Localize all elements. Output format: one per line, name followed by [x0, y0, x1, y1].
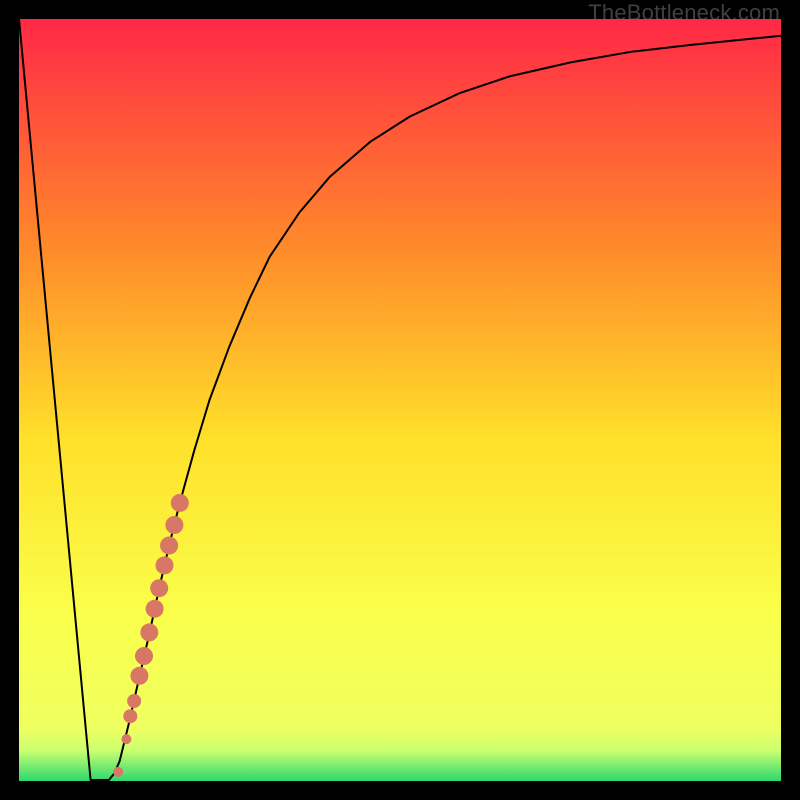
scatter-point — [127, 694, 141, 708]
scatter-point — [165, 516, 183, 534]
scatter-point — [121, 734, 131, 744]
scatter-point — [146, 600, 164, 618]
plot-area — [19, 19, 781, 781]
scatter-point — [156, 556, 174, 574]
gradient-background — [19, 19, 781, 781]
chart-frame: TheBottleneck.com — [0, 0, 800, 800]
scatter-point — [113, 767, 123, 777]
scatter-point — [123, 709, 137, 723]
scatter-point — [160, 537, 178, 555]
scatter-point — [150, 579, 168, 597]
scatter-point — [130, 667, 148, 685]
scatter-point — [135, 647, 153, 665]
bottleneck-chart — [19, 19, 781, 781]
scatter-point — [171, 494, 189, 512]
scatter-point — [140, 623, 158, 641]
